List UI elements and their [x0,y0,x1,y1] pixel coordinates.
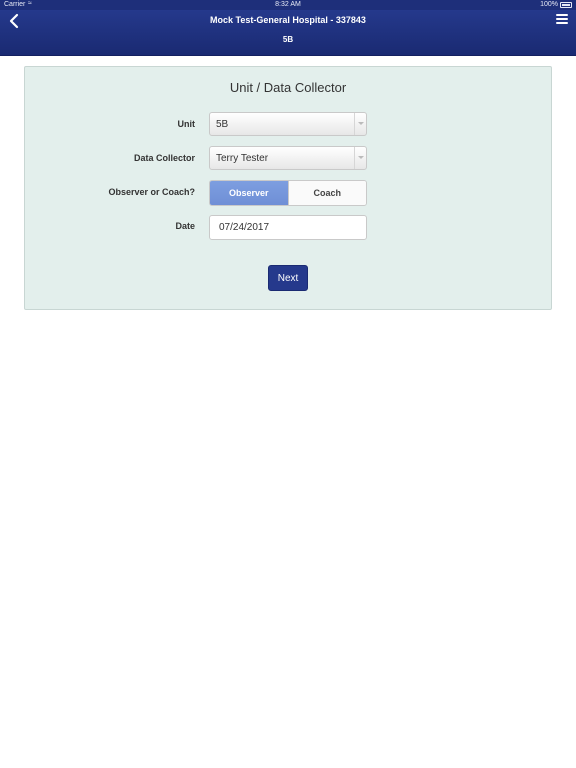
observer-coach-segmented-control: Observer Coach [209,180,367,206]
data-collector-select-value: Terry Tester [216,153,269,164]
page-subtitle: 5B [282,35,294,44]
unit-select-value: 5B [216,119,229,130]
unit-label: Unit [177,119,196,129]
unit-collector-card: Unit / Data Collector Unit 5B Data Colle… [24,66,552,310]
status-bar: Carrier ≈ 8:32 AM 100% [0,0,576,10]
date-input[interactable]: 07/24/2017 [209,215,367,240]
unit-select[interactable]: 5B [209,112,367,136]
hamburger-menu-icon [556,14,568,24]
data-collector-select[interactable]: Terry Tester [209,146,367,170]
menu-button[interactable] [556,14,568,25]
nav-bar: Mock Test-General Hospital - 337843 5B [0,10,576,56]
page-title: Mock Test-General Hospital - 337843 [210,15,366,25]
next-button[interactable]: Next [268,265,308,291]
battery-icon [560,2,572,8]
status-time: 8:32 AM [275,1,301,8]
chevron-down-icon [354,113,366,135]
chevron-down-icon [354,147,366,169]
coach-option[interactable]: Coach [287,181,366,205]
observer-option[interactable]: Observer [210,181,288,205]
data-collector-label: Data Collector [133,153,195,163]
card-title: Unit / Data Collector [229,80,347,95]
observer-coach-label: Observer or Coach? [108,187,195,197]
battery-percent: 100% [540,1,558,8]
date-label: Date [175,221,195,231]
